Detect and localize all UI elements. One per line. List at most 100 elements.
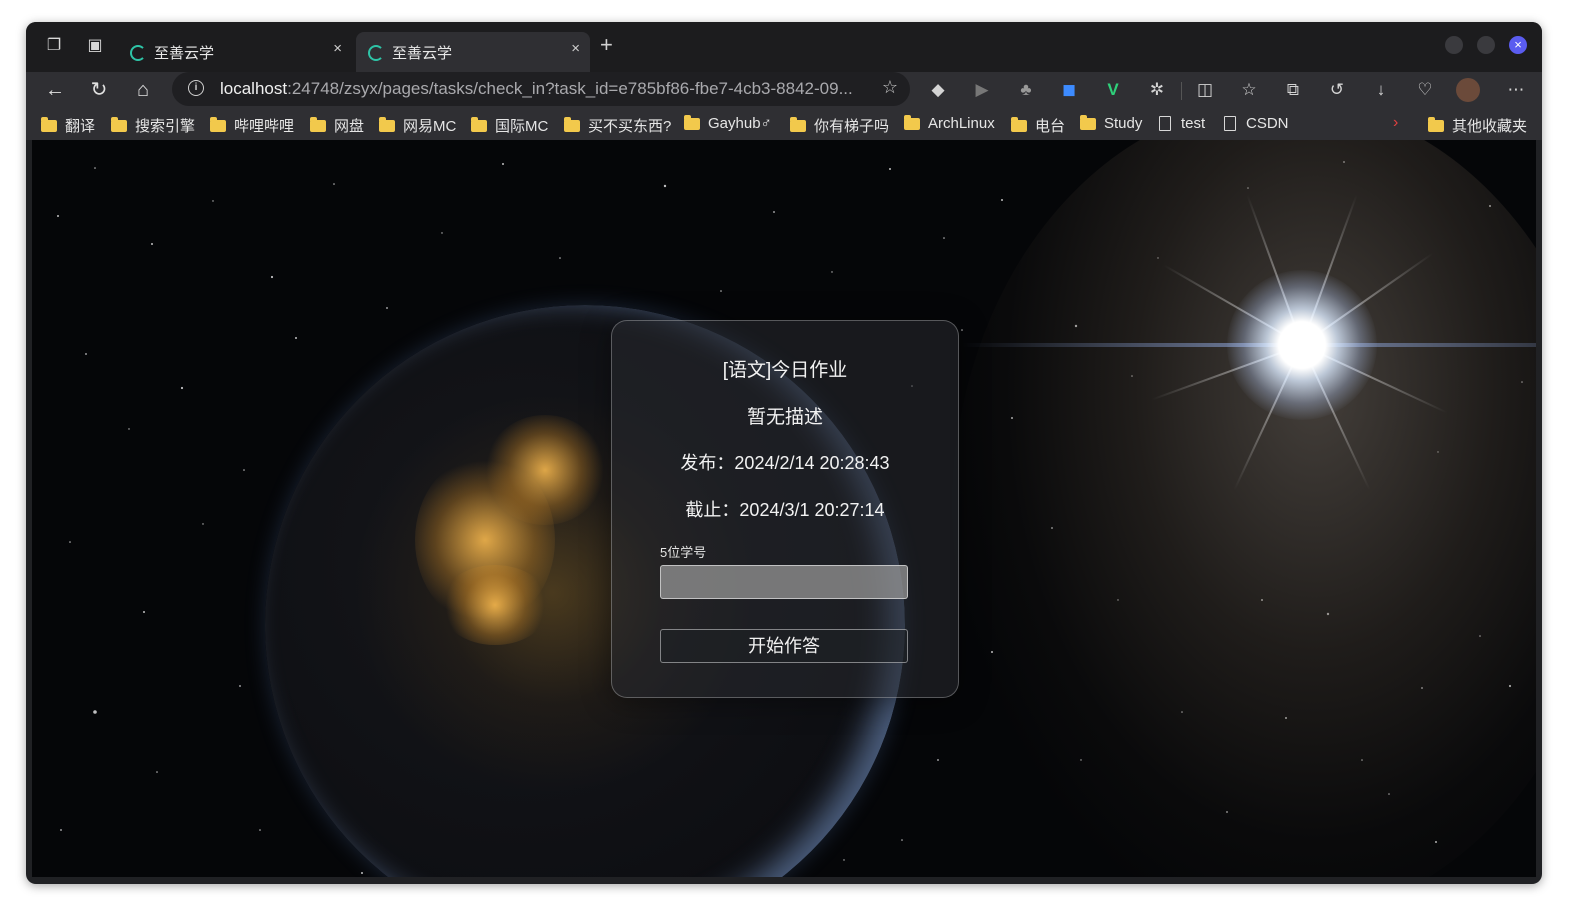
favorite-star-icon[interactable]: ☆ xyxy=(882,77,898,98)
tab-close-icon[interactable]: × xyxy=(333,40,342,57)
toolbar-separator xyxy=(1181,82,1182,100)
tab-strip: ❐ ▣ 至善云学 × 至善云学 × + × xyxy=(26,22,1542,72)
folder-icon xyxy=(904,114,920,130)
minimize-button[interactable] xyxy=(1445,36,1463,54)
bookmark-label: 哔哩哔哩 xyxy=(234,118,295,135)
maximize-button[interactable] xyxy=(1477,36,1495,54)
bookmark-folder[interactable]: 搜索引擎 xyxy=(111,115,195,136)
site-info-icon[interactable]: i xyxy=(188,80,204,96)
folder-icon xyxy=(1428,116,1444,132)
publish-time: 发布：2024/2/14 20:28:43 xyxy=(680,453,890,473)
bookmark-folder[interactable]: ArchLinux xyxy=(904,114,995,132)
deadline-time: 截止：2024/3/1 20:27:14 xyxy=(685,500,885,520)
extension-gnome-icon[interactable]: ◆ xyxy=(925,77,951,103)
new-tab-button[interactable]: + xyxy=(600,34,613,56)
extension-play-icon[interactable]: ▶ xyxy=(969,77,995,103)
window-close-button[interactable]: × xyxy=(1509,36,1527,54)
url-path: :24748/zsyx/pages/tasks/check_in?task_id… xyxy=(287,79,853,98)
collections-icon[interactable]: ⧉ xyxy=(1280,77,1306,103)
tab-actions-icon[interactable]: ▣ xyxy=(84,35,106,57)
extensions-icon[interactable]: ✲ xyxy=(1144,77,1170,103)
performance-icon[interactable]: ♡ xyxy=(1412,77,1438,103)
bookmark-folder[interactable]: 哔哩哔哩 xyxy=(210,115,294,136)
bookmark-folder[interactable]: 买不买东西? xyxy=(564,115,671,136)
bookmark-folder[interactable]: 翻译 xyxy=(41,115,95,136)
folder-icon xyxy=(379,116,395,132)
other-bookmarks-folder[interactable]: 其他收藏夹 xyxy=(1428,115,1527,136)
city-lights xyxy=(440,565,550,645)
url-text[interactable]: localhost:24748/zsyx/pages/tasks/check_i… xyxy=(220,79,853,99)
tab-title: 至善云学 xyxy=(392,45,453,62)
bookmark-label: 网盘 xyxy=(334,118,365,135)
profile-avatar[interactable] xyxy=(1456,78,1480,102)
bookmark-label: test xyxy=(1181,115,1206,132)
bookmark-label: 翻译 xyxy=(65,118,96,135)
assignment-card: [语文]今日作业 暂无描述 发布：2024/2/14 20:28:43 截止：2… xyxy=(611,320,959,698)
bookmark-label: 电台 xyxy=(1035,118,1066,135)
bookmarks-overflow-chevron-icon[interactable]: › xyxy=(1393,114,1398,132)
reload-button[interactable]: ↻ xyxy=(85,76,113,104)
bookmark-folder[interactable]: 国际MC xyxy=(471,115,548,136)
page-icon xyxy=(1159,116,1171,131)
folder-icon xyxy=(41,116,57,132)
toolbar: ← ↻ ⌂ i localhost:24748/zsyx/pages/tasks… xyxy=(26,72,1542,110)
assignment-title: [语文]今日作业 xyxy=(722,360,848,381)
folder-icon xyxy=(471,116,487,132)
bookmark-label: 网易MC xyxy=(403,118,457,135)
bookmarks-bar: 翻译 搜索引擎 哔哩哔哩 网盘 网易MC 国际MC 买不买东西? Gayhub♂… xyxy=(26,110,1542,140)
nebula-glow xyxy=(952,140,1536,877)
sun xyxy=(1227,270,1377,420)
site-favicon-icon xyxy=(130,45,146,61)
assignment-description: 暂无描述 xyxy=(746,407,823,428)
bookmark-label: 国际MC xyxy=(495,118,549,135)
folder-icon xyxy=(210,116,226,132)
start-answer-button[interactable]: 开始作答 xyxy=(660,629,908,663)
split-screen-icon[interactable]: ◫ xyxy=(1192,77,1218,103)
address-bar[interactable]: i localhost:24748/zsyx/pages/tasks/check… xyxy=(172,72,910,106)
bookmark-folder[interactable]: Gayhub♂ xyxy=(684,114,772,132)
folder-icon xyxy=(310,116,326,132)
page-content: [语文]今日作业 暂无描述 发布：2024/2/14 20:28:43 截止：2… xyxy=(32,140,1536,877)
folder-icon xyxy=(684,114,700,130)
folder-icon xyxy=(790,116,806,132)
favorites-icon[interactable]: ☆ xyxy=(1236,77,1262,103)
extension-puzzle-icon[interactable]: ♣ xyxy=(1013,77,1039,103)
bookmark-label: 你有梯子吗 xyxy=(814,118,890,135)
downloads-icon[interactable]: ↓ xyxy=(1368,77,1394,103)
bookmark-folder[interactable]: 电台 xyxy=(1011,115,1065,136)
more-menu-icon[interactable]: ⋯ xyxy=(1503,77,1529,103)
url-host: localhost xyxy=(220,79,288,98)
site-favicon-icon xyxy=(368,45,384,61)
bookmark-label: 买不买东西? xyxy=(588,118,672,135)
browser-window: ❐ ▣ 至善云学 × 至善云学 × + × ← ↻ ⌂ i localhost:… xyxy=(26,22,1542,884)
page-icon xyxy=(1224,116,1236,131)
bookmark-label: Gayhub♂ xyxy=(708,115,772,132)
student-id-label: 5位学号 xyxy=(660,545,707,560)
student-id-input[interactable] xyxy=(660,565,908,599)
bookmark-label: ArchLinux xyxy=(928,115,995,132)
tab-title: 至善云学 xyxy=(154,45,215,62)
folder-icon xyxy=(111,116,127,132)
bookmark-folder[interactable]: 网易MC xyxy=(379,115,456,136)
workspaces-icon[interactable]: ❐ xyxy=(43,35,65,57)
bookmark-folder[interactable]: 网盘 xyxy=(310,115,364,136)
home-button[interactable]: ⌂ xyxy=(129,76,157,104)
tab-close-icon[interactable]: × xyxy=(571,40,580,57)
tab-inactive[interactable]: 至善云学 × xyxy=(118,32,352,72)
extension-translate-icon[interactable]: ◼ xyxy=(1056,77,1082,103)
folder-icon xyxy=(564,116,580,132)
bookmark-label: Study xyxy=(1104,115,1143,132)
bookmark-folder[interactable]: Study xyxy=(1080,114,1143,132)
bookmark-page[interactable]: test xyxy=(1159,115,1205,132)
bookmark-label: 搜索引擎 xyxy=(135,118,196,135)
back-button[interactable]: ← xyxy=(41,76,69,104)
history-icon[interactable]: ↺ xyxy=(1324,77,1350,103)
city-lights xyxy=(485,415,605,525)
tab-active[interactable]: 至善云学 × xyxy=(356,32,590,72)
bookmark-folder[interactable]: 你有梯子吗 xyxy=(790,115,889,136)
bookmark-label: 其他收藏夹 xyxy=(1452,118,1528,135)
folder-icon xyxy=(1011,116,1027,132)
bookmark-label: CSDN xyxy=(1246,115,1289,132)
bookmark-page[interactable]: CSDN xyxy=(1224,115,1289,132)
extension-vue-icon[interactable]: V xyxy=(1100,77,1126,103)
